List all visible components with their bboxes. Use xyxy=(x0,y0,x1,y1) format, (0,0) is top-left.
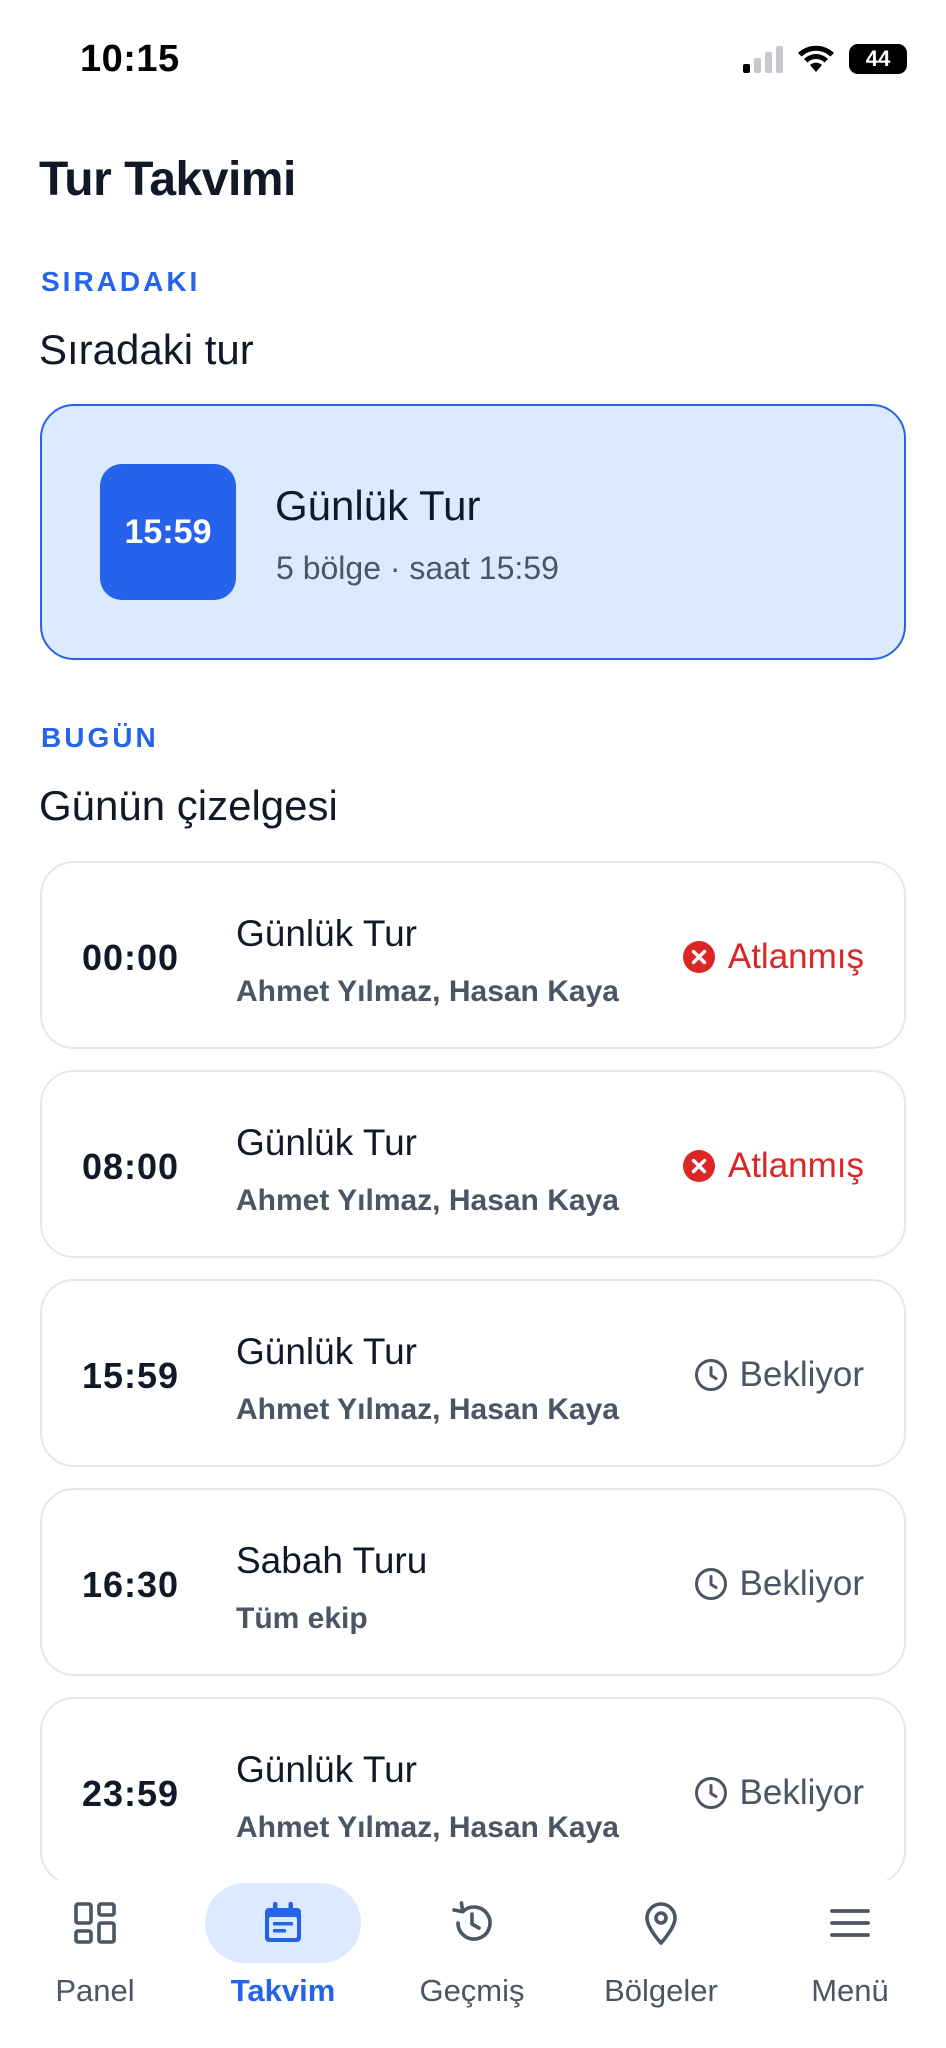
x-circle-icon xyxy=(682,1150,715,1182)
clock-icon xyxy=(694,1777,727,1809)
nav-item-gecmis[interactable]: Geçmiş xyxy=(392,1880,552,2048)
schedule-row[interactable]: 00:00 Günlük Tur Ahmet Yılmaz, Hasan Kay… xyxy=(40,861,906,1049)
row-tour-name: Günlük Tur xyxy=(236,1122,417,1163)
today-section-eyebrow: BUGÜN xyxy=(41,722,159,753)
status-badge: Bekliyor xyxy=(694,1564,864,1604)
next-tour-name: Günlük Tur xyxy=(275,482,481,529)
x-circle-icon xyxy=(682,941,715,973)
cellular-signal-icon xyxy=(743,45,783,73)
clock-icon xyxy=(694,1359,727,1391)
today-section-title: Günün çizelgesi xyxy=(39,782,338,829)
schedule-row[interactable]: 16:30 Sabah Turu Tüm ekip Bekliyor xyxy=(40,1488,906,1676)
nav-item-takvim[interactable]: Takvim xyxy=(203,1880,363,2048)
status-badge: Atlanmış xyxy=(682,937,864,977)
row-assignees: Ahmet Yılmaz, Hasan Kaya xyxy=(236,1184,619,1217)
status-label: Bekliyor xyxy=(739,1564,864,1603)
row-tour-name: Günlük Tur xyxy=(236,1749,417,1790)
bottom-navigation: Panel Takvim Geçmiş Bölgeler Menü xyxy=(0,1880,946,2048)
page-title: Tur Takvimi xyxy=(39,153,296,206)
nav-label: Bölgeler xyxy=(604,1973,718,2008)
nav-item-panel[interactable]: Panel xyxy=(15,1880,175,2048)
nav-label: Takvim xyxy=(230,1973,336,2008)
next-tour-subtitle: 5 bölge · saat 15:59 xyxy=(276,550,559,586)
next-tour-time-badge: 15:59 xyxy=(100,464,236,600)
row-assignees: Ahmet Yılmaz, Hasan Kaya xyxy=(236,1393,619,1426)
location-pin-icon xyxy=(645,1902,677,1945)
clock-icon xyxy=(694,1568,727,1600)
nav-label: Panel xyxy=(55,1973,135,2008)
nav-label: Geçmiş xyxy=(419,1973,525,2008)
status-badge: Bekliyor xyxy=(694,1773,864,1813)
status-bar: 10:15 44 xyxy=(0,0,946,120)
battery-indicator: 44 xyxy=(849,44,907,74)
schedule-row[interactable]: 23:59 Günlük Tur Ahmet Yılmaz, Hasan Kay… xyxy=(40,1697,906,1885)
dashboard-icon xyxy=(74,1902,116,1944)
row-time: 15:59 xyxy=(82,1355,180,1396)
row-time: 16:30 xyxy=(82,1564,180,1605)
status-label: Bekliyor xyxy=(739,1773,864,1812)
row-assignees: Ahmet Yılmaz, Hasan Kaya xyxy=(236,1811,619,1844)
schedule-row[interactable]: 15:59 Günlük Tur Ahmet Yılmaz, Hasan Kay… xyxy=(40,1279,906,1467)
wifi-icon xyxy=(798,45,834,72)
status-label: Atlanmış xyxy=(727,937,864,976)
row-assignees: Tüm ekip xyxy=(236,1602,368,1635)
calendar-icon xyxy=(265,1902,301,1942)
row-time: 23:59 xyxy=(82,1773,180,1814)
battery-icon: 44 xyxy=(849,44,907,74)
row-time: 08:00 xyxy=(82,1146,180,1187)
row-tour-name: Günlük Tur xyxy=(236,1331,417,1372)
history-icon xyxy=(452,1901,492,1941)
row-assignees: Ahmet Yılmaz, Hasan Kaya xyxy=(236,975,619,1008)
status-badge: Atlanmış xyxy=(682,1146,864,1186)
row-tour-name: Günlük Tur xyxy=(236,913,417,954)
nav-item-bolgeler[interactable]: Bölgeler xyxy=(581,1880,741,2048)
row-time: 00:00 xyxy=(82,937,180,978)
nav-item-menu[interactable]: Menü xyxy=(770,1880,930,2048)
nav-label: Menü xyxy=(811,1973,889,2008)
next-tour-card[interactable]: 15:59 Günlük Tur 5 bölge · saat 15:59 xyxy=(40,404,906,660)
status-label: Bekliyor xyxy=(739,1355,864,1394)
next-section-eyebrow: SIRADAKI xyxy=(41,266,201,297)
menu-icon xyxy=(830,1909,870,1937)
next-section-title: Sıradaki tur xyxy=(39,326,254,373)
status-time: 10:15 xyxy=(80,38,180,80)
status-icons: 44 xyxy=(743,44,907,74)
schedule-row[interactable]: 08:00 Günlük Tur Ahmet Yılmaz, Hasan Kay… xyxy=(40,1070,906,1258)
row-tour-name: Sabah Turu xyxy=(236,1540,428,1581)
status-label: Atlanmış xyxy=(727,1146,864,1185)
status-badge: Bekliyor xyxy=(694,1355,864,1395)
